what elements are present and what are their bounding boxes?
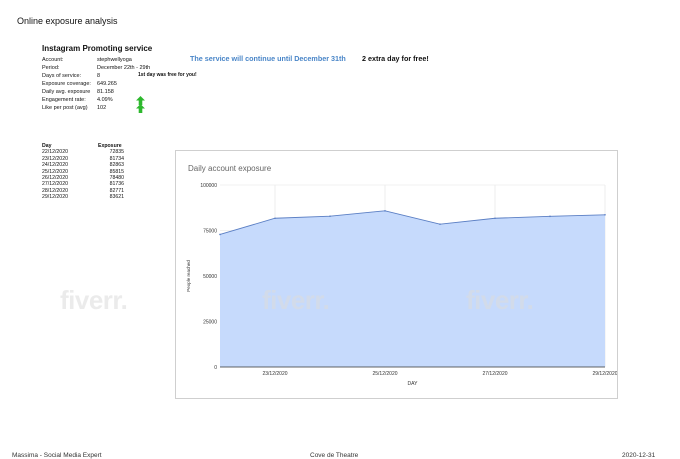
data-point <box>274 217 276 220</box>
info-value: 8 <box>97 73 101 79</box>
info-row-days: Days of service: 8 <box>42 73 100 79</box>
x-tick-label: 23/12/2020 <box>262 371 287 377</box>
info-row-likes: Like per post (avg) 102 <box>42 105 106 111</box>
footer-center: Cove de Theatre <box>310 452 359 459</box>
data-point <box>329 215 331 217</box>
info-value: 102 <box>97 105 107 111</box>
footer-left: Massima - Social Media Expert <box>12 452 102 459</box>
area-chart: Daily account exposure 0 25000 50000 75000 10… <box>186 164 617 387</box>
info-label: Daily avg. exposure <box>42 89 91 95</box>
data-point <box>384 210 386 212</box>
y-tick-label: 100000 <box>200 183 217 189</box>
y-axis-label: People reached <box>186 260 191 292</box>
info-label: Days of service: <box>42 73 82 79</box>
info-value: December 22th - 29th <box>97 65 151 71</box>
y-tick-label: 0 <box>214 365 217 371</box>
info-row-coverage: Exposure coverage: 649.265 <box>42 81 117 87</box>
info-label: Exposure coverage: <box>42 81 91 87</box>
y-tick-label: 50000 <box>203 274 217 280</box>
data-point <box>494 217 496 220</box>
watermark: fiverr. <box>60 285 128 315</box>
page-title: Online exposure analysis <box>17 16 118 26</box>
extra-days-message: 2 extra day for free! <box>362 54 429 63</box>
info-row-daily-avg: Daily avg. exposure 81.158 <box>42 89 114 95</box>
exposure-table: Day Exposure 22/12/2020 72835 23/12/2020 8… <box>42 143 124 201</box>
info-label: Engagement rate: <box>42 97 86 103</box>
chart-title: Daily account exposure <box>188 164 272 173</box>
watermark: fiverr. <box>262 285 330 315</box>
info-label: Period: <box>42 65 60 71</box>
info-label: Account: <box>42 57 64 63</box>
table-row: 29/12/2020 83621 <box>42 194 124 200</box>
x-tick-label: 25/12/2020 <box>372 371 397 377</box>
free-day-note: 1st day was free for you! <box>138 72 197 78</box>
service-title: Instagram Promoting service <box>42 44 153 53</box>
data-point <box>549 215 551 218</box>
data-point <box>219 233 221 236</box>
up-arrow-icon <box>136 104 145 113</box>
x-tick-label: 27/12/2020 <box>482 371 507 377</box>
info-value: 81.158 <box>97 89 114 95</box>
table-cell: 83621 <box>109 194 124 201</box>
y-tick-label: 75000 <box>203 228 217 234</box>
chart-container: Daily account exposure 0 25000 50000 75000 10… <box>175 150 618 399</box>
info-label: Like per post (avg) <box>42 105 88 111</box>
info-value: 4.09% <box>97 97 113 103</box>
x-axis-label: DAY <box>408 381 419 387</box>
x-tick-label: 29/12/2020 <box>592 371 617 377</box>
data-point <box>439 223 441 225</box>
info-row-period: Period: December 22th - 29th <box>42 65 150 71</box>
data-point <box>604 214 606 216</box>
info-row-engagement: Engagement rate: 4.09% <box>42 97 113 103</box>
watermark: fiverr. <box>466 285 534 315</box>
continue-message: The service will continue until December… <box>190 54 346 63</box>
info-row-account: Account: stephwellyoga <box>42 57 132 63</box>
table-cell: 29/12/2020 <box>42 194 68 201</box>
y-tick-label: 25000 <box>203 319 217 325</box>
info-value: 649.265 <box>97 81 117 87</box>
info-value: stephwellyoga <box>97 57 132 63</box>
footer-right: 2020-12-31 <box>622 452 656 459</box>
